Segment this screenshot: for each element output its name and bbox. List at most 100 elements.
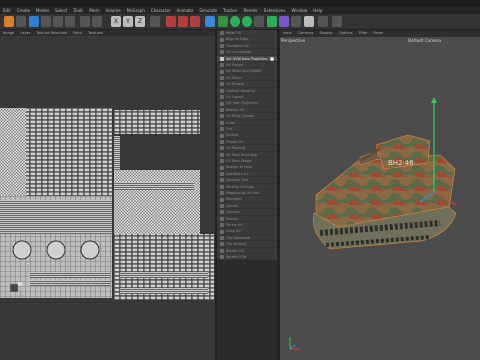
menu-item-0[interactable]: Edit — [0, 7, 14, 14]
uv-map-canvas[interactable] — [0, 36, 215, 360]
cloner-icon[interactable] — [242, 16, 252, 27]
x-axis-lock-icon[interactable]: X — [111, 16, 121, 27]
uv-command-icon — [220, 255, 224, 260]
viewport-menu-item-4[interactable]: Filter — [356, 30, 371, 37]
uv-command-icon — [220, 242, 224, 247]
uv-command-label: Normal — [226, 133, 239, 138]
uv-command-label: Set UVW from Projection — [226, 56, 268, 61]
perspective-viewport[interactable]: Perspective Default Camera BH2·46 — [280, 37, 480, 360]
viewport-menu-item-5[interactable]: Panel — [371, 30, 387, 37]
uv-command-icon — [220, 43, 224, 48]
viewport-menu-item-3[interactable]: Options — [336, 30, 356, 37]
uv-command-icon — [220, 88, 224, 93]
spline-pen-icon[interactable] — [218, 16, 228, 27]
uv-command-icon — [220, 152, 224, 157]
z-axis-lock-icon[interactable]: Z — [135, 16, 145, 27]
uv-command-icon — [220, 120, 224, 125]
uv-command-label: UV Commands — [226, 50, 252, 55]
uv-command-icon — [220, 37, 224, 42]
snap-icon[interactable] — [332, 16, 342, 27]
scale-icon[interactable] — [53, 16, 63, 27]
uv-command-icon — [220, 210, 224, 215]
uv-command-icon — [220, 184, 224, 189]
menu-item-7[interactable]: MoGraph — [124, 7, 148, 14]
cube-icon[interactable] — [205, 16, 215, 27]
uv-command-label: Project UV — [226, 139, 244, 144]
rotate-icon[interactable] — [65, 16, 75, 27]
uv-command-icon — [220, 75, 224, 80]
uv-command-label: UV Terrace — [226, 82, 245, 87]
world-axis-icon — [289, 337, 300, 350]
uv-command-icon — [220, 216, 224, 221]
uv-command-icon — [220, 69, 224, 74]
grid-layout-icon[interactable] — [304, 16, 314, 27]
menu-item-2[interactable]: Modes — [33, 7, 52, 14]
menu-item-9[interactable]: Animate — [174, 7, 197, 14]
render-settings-icon[interactable] — [190, 16, 200, 27]
light-icon[interactable] — [291, 16, 301, 27]
uv-command-icon — [220, 50, 224, 55]
main-toolbar: X Y Z — [0, 14, 480, 30]
coordinate-system-icon[interactable] — [150, 16, 160, 27]
uv-command-label: Align to Edge — [226, 37, 249, 42]
uv-command-icon — [220, 114, 224, 119]
menu-item-6[interactable]: Volume — [103, 7, 124, 14]
deformer-icon[interactable] — [254, 16, 264, 27]
viewport-menubar: View Cameras Display Options Filter Panel — [280, 30, 480, 37]
recent-tools-icon[interactable] — [80, 16, 90, 27]
subdivision-icon[interactable] — [230, 16, 240, 27]
viewport-menu-item-2[interactable]: Display — [317, 30, 336, 37]
menu-item-4[interactable]: Tools — [70, 7, 86, 14]
menu-item-12[interactable]: Render — [240, 7, 260, 14]
uv-command-icon — [220, 95, 224, 100]
uv-command-label: Rotate CW — [226, 248, 244, 253]
uv-editor-panel[interactable] — [0, 36, 215, 360]
object-mode-icon[interactable] — [92, 16, 102, 27]
viewport-menu-item-0[interactable]: View — [280, 30, 295, 37]
menu-item-1[interactable]: Create — [14, 7, 33, 14]
menu-item-10[interactable]: Simulate — [196, 7, 220, 14]
uv-command-icon — [220, 159, 224, 164]
menu-item-5[interactable]: Mesh — [86, 7, 103, 14]
live-selection-icon[interactable] — [29, 16, 39, 27]
uv-command-label: UV Pack Bounding — [226, 152, 257, 157]
uv-command-label: Optimal Mapping — [226, 88, 256, 93]
menu-item-13[interactable]: Extensions — [261, 7, 289, 14]
uv-command-label: Packing Settings — [226, 184, 255, 189]
uv-command-label: Grow UV — [226, 229, 241, 234]
uv-command-label: UV Relax and Optimi — [226, 69, 262, 74]
viewport-menu-item-1[interactable]: Cameras — [295, 30, 317, 37]
move-icon[interactable] — [41, 16, 51, 27]
uv-command-label: UV Project — [226, 63, 244, 67]
uv-command-icon — [220, 107, 224, 112]
uv-command-icon — [220, 146, 224, 151]
uv-command-label: Relax UV — [226, 31, 242, 35]
render-picture-viewer-icon[interactable] — [178, 16, 188, 27]
render-view-icon[interactable] — [166, 16, 176, 27]
uv-command-icon — [220, 82, 224, 87]
uv-command-icon — [220, 197, 224, 202]
menu-item-11[interactable]: Tracker — [220, 7, 240, 14]
menu-item-14[interactable]: Window — [288, 7, 310, 14]
floor-icon[interactable] — [267, 16, 277, 27]
menu-item-15[interactable]: Help — [310, 7, 325, 14]
camera-icon[interactable] — [279, 16, 289, 27]
uv-command-icon — [220, 139, 224, 144]
uv-command-icon — [220, 165, 224, 170]
menu-item-3[interactable]: Select — [52, 7, 70, 14]
undo-icon[interactable] — [4, 16, 14, 27]
active-indicator-icon — [270, 56, 274, 61]
uv-command-label: UV Pack Shape — [226, 159, 252, 163]
y-axis-lock-icon[interactable]: Y — [123, 16, 133, 27]
tank-marking: BH2·46 — [388, 159, 414, 167]
menu-item-8[interactable]: Character — [148, 7, 174, 14]
uv-command-label: Rotate CCW — [226, 255, 247, 259]
main-menubar: Edit Create Modes Select Tools Mesh Volume MoGr… — [0, 7, 480, 14]
uv-commands-panel: Relax UV Align to Edge Transform UV UV Comm… — [217, 30, 277, 261]
python-icon[interactable] — [318, 16, 328, 27]
tank-render: BH2·46 — [289, 97, 457, 350]
uv-command-label: Transform UV — [226, 43, 249, 48]
uv-command-icon — [220, 101, 224, 106]
redo-icon[interactable] — [16, 16, 26, 27]
uv-command-icon — [220, 31, 224, 36]
